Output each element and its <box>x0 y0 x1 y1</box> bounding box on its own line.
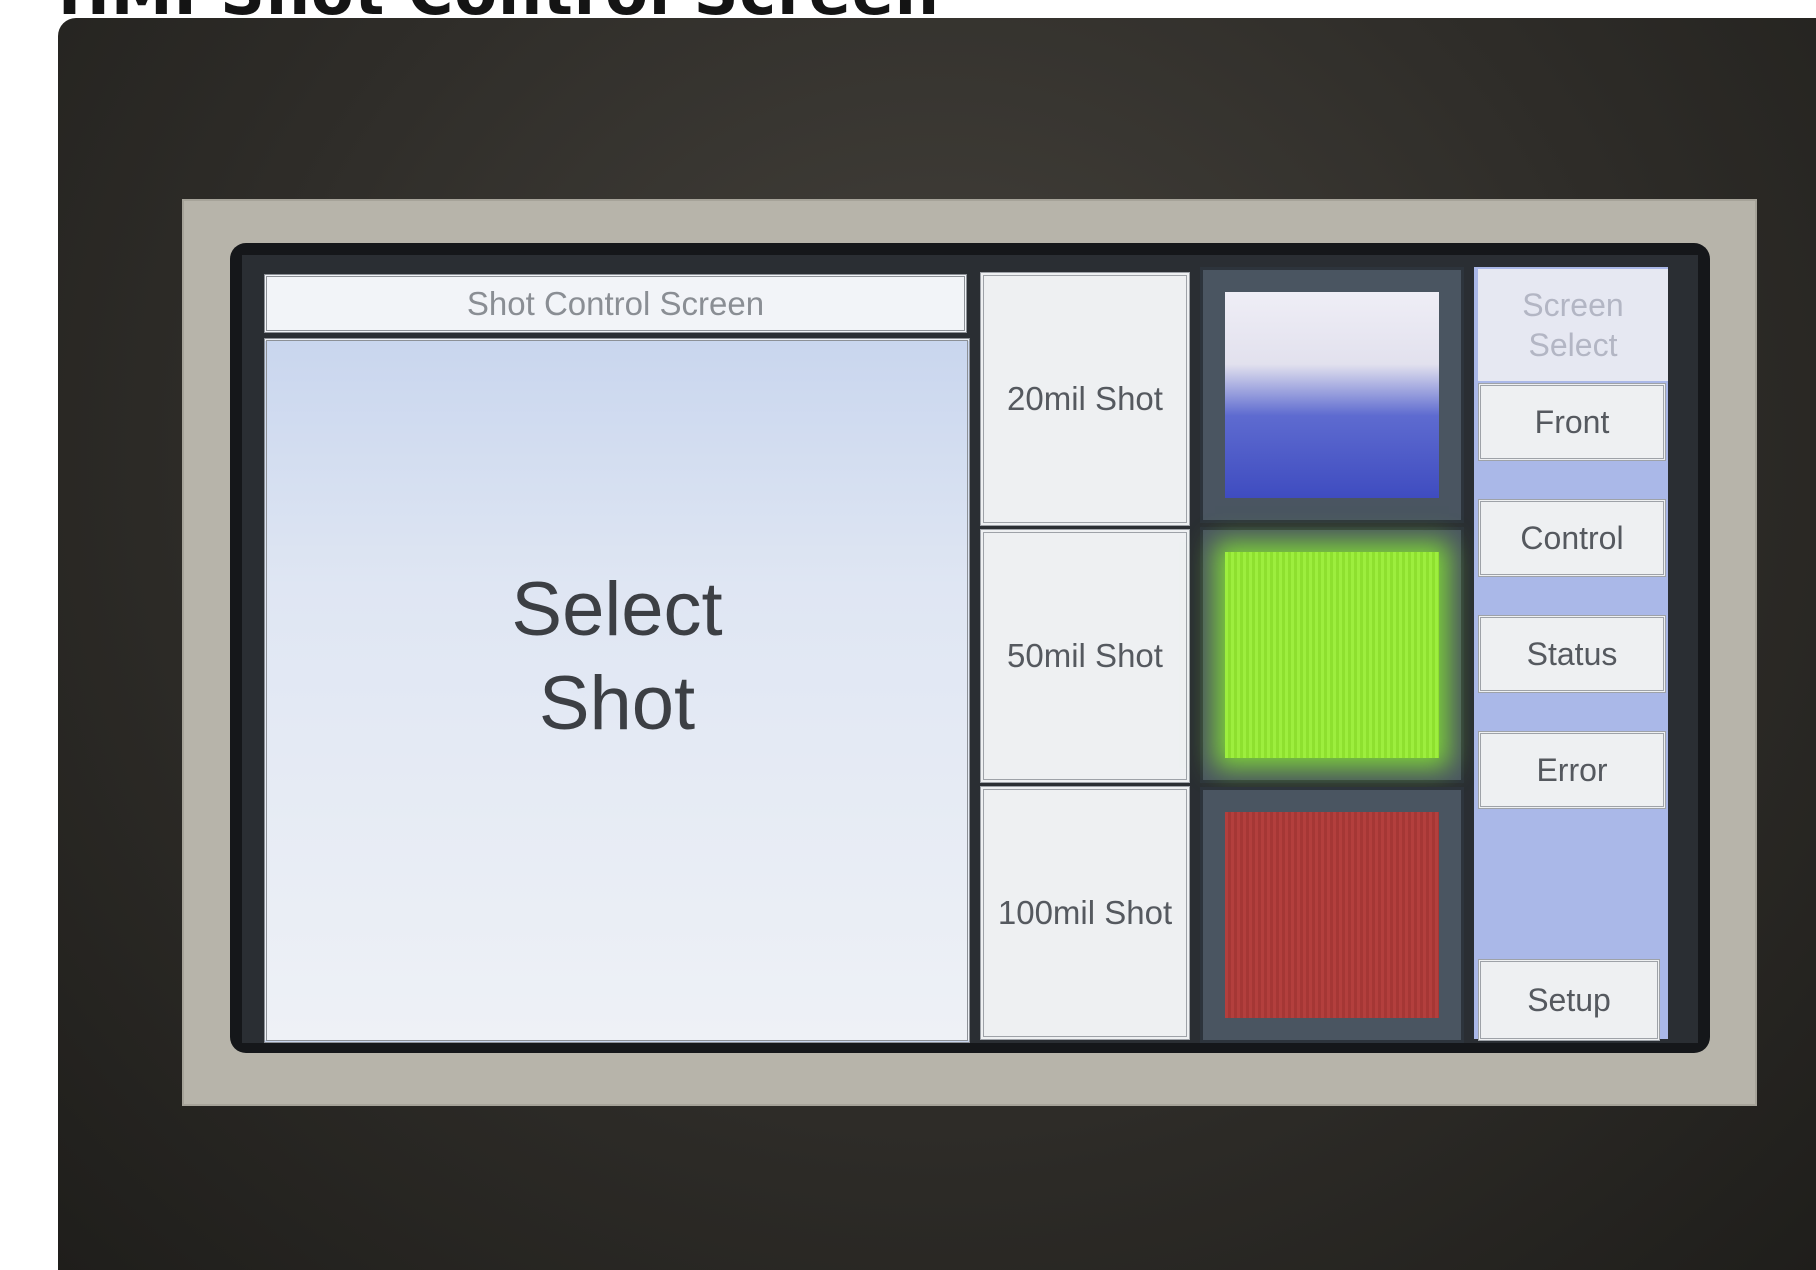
blue-indicator-well <box>1200 267 1464 523</box>
shot-100mil-button[interactable]: 100mil Shot <box>980 786 1190 1040</box>
screen-frame: Shot Control Screen Select Shot 20mil Sh… <box>230 243 1710 1053</box>
control-button[interactable]: Control <box>1478 499 1666 577</box>
red-indicator-well <box>1200 787 1464 1043</box>
shot-20mil-button[interactable]: 20mil Shot <box>980 272 1190 526</box>
front-button[interactable]: Front <box>1478 383 1666 461</box>
status-button[interactable]: Status <box>1478 615 1666 693</box>
message-panel: Select Shot <box>264 338 970 1043</box>
hmi-device: Shot Control Screen Select Shot 20mil Sh… <box>58 18 1816 1270</box>
shot-50mil-button[interactable]: 50mil Shot <box>980 529 1190 783</box>
select-shot-message: Select Shot <box>511 566 723 746</box>
hmi-screen: Shot Control Screen Select Shot 20mil Sh… <box>242 255 1698 1043</box>
red-indicator-lamp <box>1225 812 1439 1018</box>
green-indicator-lamp <box>1225 552 1439 758</box>
blue-indicator-lamp <box>1225 292 1439 498</box>
screen-select-header: Screen Select <box>1478 269 1668 381</box>
green-indicator-well <box>1200 527 1464 783</box>
setup-button[interactable]: Setup <box>1478 959 1660 1041</box>
screen-title: Shot Control Screen <box>264 274 967 333</box>
error-button[interactable]: Error <box>1478 731 1666 809</box>
display-bezel: Shot Control Screen Select Shot 20mil Sh… <box>182 199 1757 1106</box>
